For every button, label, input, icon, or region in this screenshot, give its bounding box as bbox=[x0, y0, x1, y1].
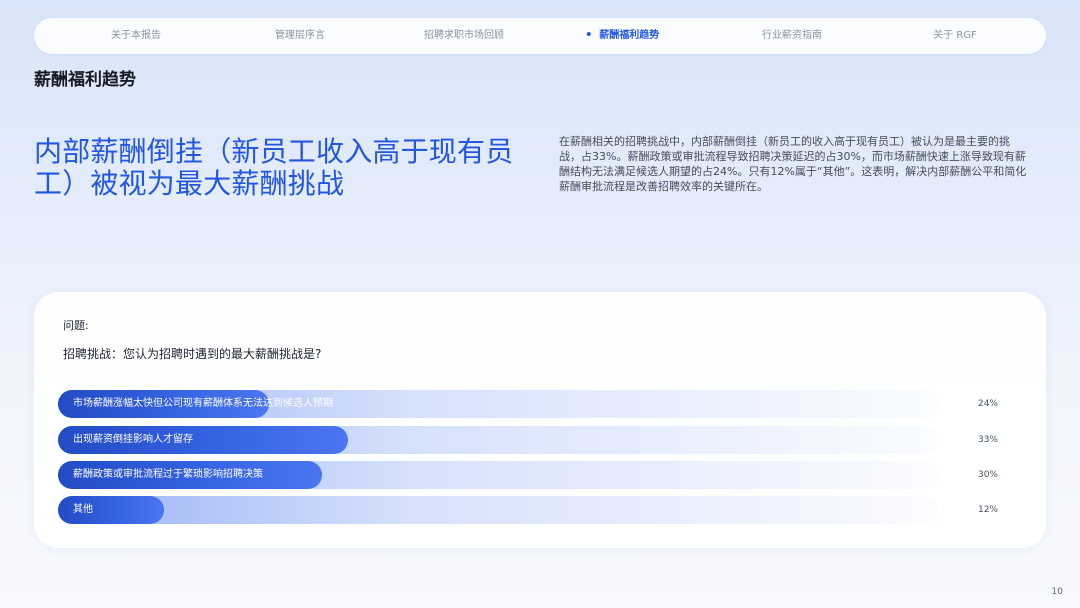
page-number: 10 bbox=[1051, 587, 1063, 597]
active-indicator-dot-icon bbox=[586, 32, 591, 36]
summary-paragraph: 在薪酬相关的招聘挑战中，内部薪酬倒挂（新员工的收入高于现有员工）被认为是最主要的… bbox=[559, 135, 1027, 193]
headline: 内部薪酬倒挂（新员工收入高于现有员工）被视为最大薪酬挑战 bbox=[34, 134, 514, 200]
nav-item-management-preface[interactable]: 管理层序言 bbox=[275, 28, 325, 44]
survey-result-card: 问题: 招聘挑战：您认为招聘时遇到的最大薪酬挑战是? 市场薪酬涨幅太快但公司现有… bbox=[34, 292, 1046, 548]
option-percentage: 12% bbox=[977, 505, 998, 515]
nav-label-about-rgf: 关于 RGF bbox=[933, 30, 977, 41]
section-title: 薪酬福利趋势 bbox=[34, 70, 136, 90]
bar-track bbox=[58, 496, 938, 524]
option-label: 市场薪酬涨幅太快但公司现有薪酬体系无法达到候选人预期 bbox=[73, 398, 333, 409]
nav-item-salary-guide[interactable]: 行业薪资指南 bbox=[762, 28, 822, 44]
survey-option-row: 出现薪资倒挂影响人才留存 33% bbox=[58, 426, 1038, 454]
nav-label-compensation-trends: 薪酬福利趋势 bbox=[599, 30, 660, 41]
option-label: 出现薪资倒挂影响人才留存 bbox=[73, 434, 193, 445]
question-label: 问题: bbox=[63, 319, 89, 332]
survey-option-row: 其他 12% bbox=[58, 496, 1038, 524]
nav-label-management-preface: 管理层序言 bbox=[275, 30, 325, 41]
nav-label-recruitment-review: 招聘求职市场回顾 bbox=[424, 30, 504, 41]
top-navigation: 关于本报告 管理层序言 招聘求职市场回顾 薪酬福利趋势 行业薪资指南 关于 RG… bbox=[34, 18, 1046, 54]
nav-item-compensation-trends[interactable]: 薪酬福利趋势 bbox=[586, 28, 660, 44]
survey-bar-list: 市场薪酬涨幅太快但公司现有薪酬体系无法达到候选人预期 24% 出现薪资倒挂影响人… bbox=[58, 390, 1038, 530]
option-label: 其他 bbox=[73, 504, 93, 515]
nav-label-salary-guide: 行业薪资指南 bbox=[762, 30, 822, 41]
nav-label-about-report: 关于本报告 bbox=[111, 30, 161, 41]
nav-item-about-rgf[interactable]: 关于 RGF bbox=[933, 28, 977, 44]
option-percentage: 33% bbox=[977, 435, 998, 445]
question-text: 招聘挑战：您认为招聘时遇到的最大薪酬挑战是? bbox=[63, 347, 322, 361]
nav-item-about-report[interactable]: 关于本报告 bbox=[111, 28, 161, 44]
survey-option-row: 薪酬政策或审批流程过于繁琐影响招聘决策 30% bbox=[58, 461, 1038, 489]
nav-item-recruitment-review[interactable]: 招聘求职市场回顾 bbox=[424, 28, 504, 44]
option-percentage: 24% bbox=[977, 399, 998, 409]
option-label: 薪酬政策或审批流程过于繁琐影响招聘决策 bbox=[73, 469, 263, 480]
option-percentage: 30% bbox=[977, 470, 998, 480]
survey-option-row: 市场薪酬涨幅太快但公司现有薪酬体系无法达到候选人预期 24% bbox=[58, 390, 1038, 418]
